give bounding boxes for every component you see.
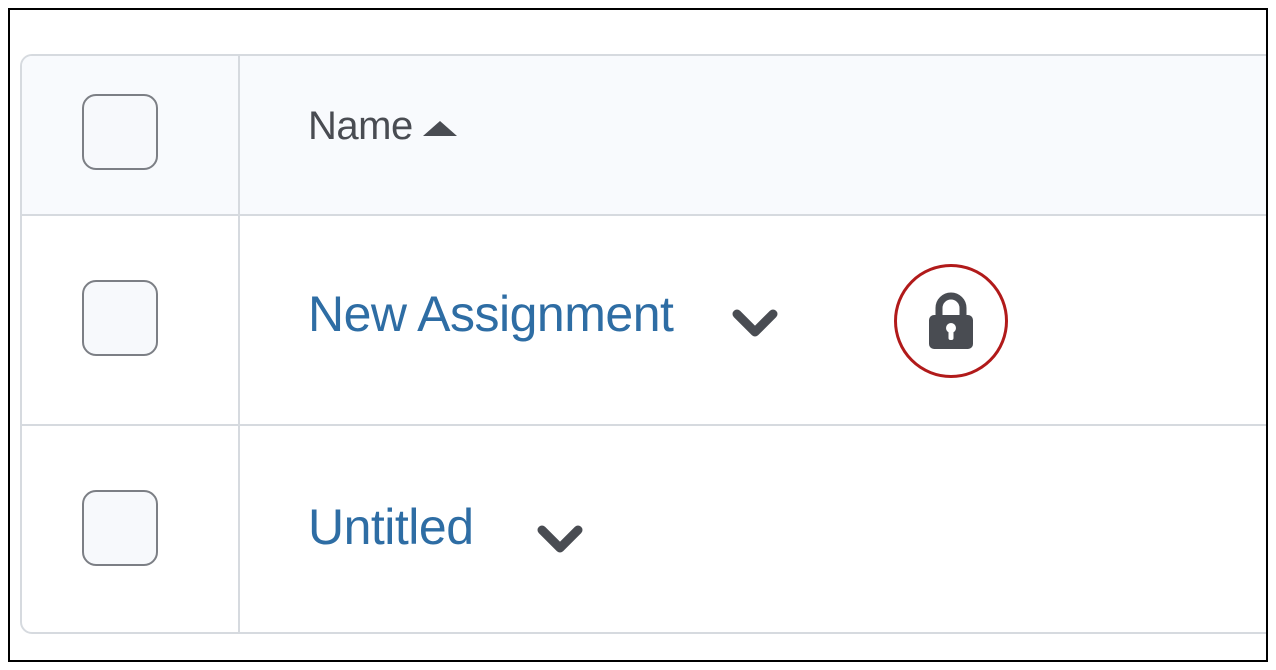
new-assignment-link[interactable]: New Assignment [308,284,674,344]
assignments-table: Name New Assignment Untitled [20,54,1266,634]
row-checkbox-untitled[interactable] [82,490,158,566]
row-checkbox-new-assignment[interactable] [82,280,158,356]
name-sort-button[interactable]: Name [308,104,457,149]
chevron-down-icon[interactable] [729,304,781,344]
lock-highlight-circle [894,264,1008,378]
row-name-cell: Untitled [240,426,1266,632]
lock-icon [925,291,977,351]
row-name-cell: New Assignment [240,216,1266,424]
row-select-cell [22,426,240,632]
name-header-cell: Name [240,56,1266,214]
chevron-down-icon[interactable] [534,520,586,560]
screenshot-frame: Name New Assignment Untitled [8,8,1268,662]
table-row: New Assignment [22,216,1266,426]
select-all-cell [22,56,240,214]
table-row: Untitled [22,426,1266,632]
select-all-checkbox[interactable] [82,94,158,170]
name-column-label: Name [308,104,413,148]
item-title-group: New Assignment [308,284,781,344]
row-select-cell [22,216,240,424]
untitled-link[interactable]: Untitled [308,497,474,557]
table-header-row: Name [22,56,1266,216]
item-title-group: Untitled [308,494,586,560]
sort-ascending-icon [422,121,457,136]
